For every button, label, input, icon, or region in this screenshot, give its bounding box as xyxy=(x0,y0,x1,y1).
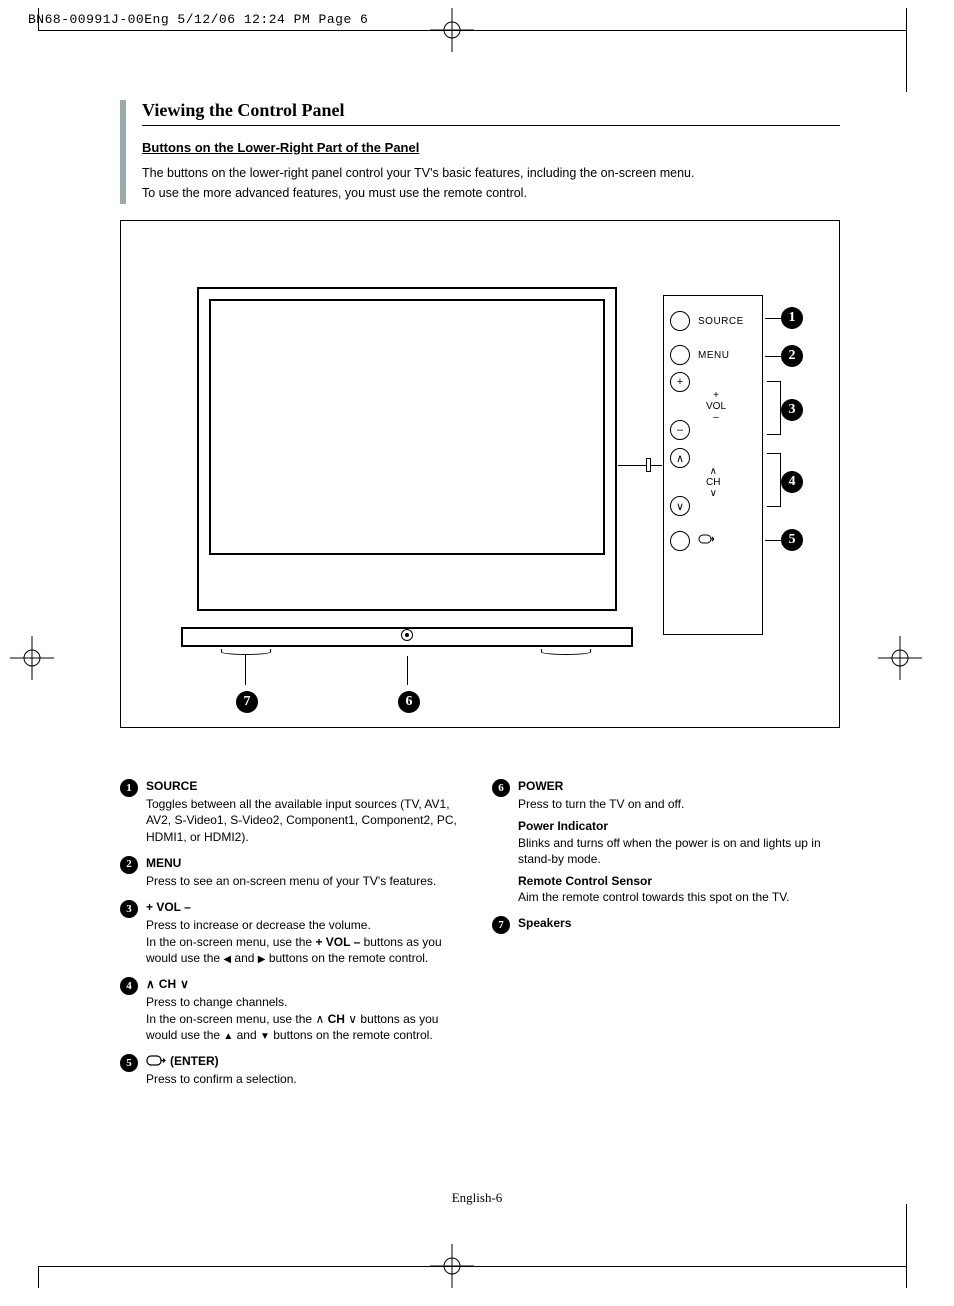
vol-down-button-icon: – xyxy=(670,420,690,440)
item-power: 6 POWER Press to turn the TV on and off.… xyxy=(492,778,840,905)
section-subtitle: Buttons on the Lower-Right Part of the P… xyxy=(142,140,840,155)
menu-button-icon xyxy=(670,345,690,365)
num-badge: 2 xyxy=(120,856,138,874)
left-column: 1 SOURCE Toggles between all the availab… xyxy=(120,778,468,1098)
leader-line xyxy=(407,656,408,685)
bracket xyxy=(767,453,781,507)
down-triangle-icon: ▼ xyxy=(260,1030,270,1044)
item-menu: 2 MENU Press to see an on-screen menu of… xyxy=(120,855,468,889)
ch-up-button-icon: ∧ xyxy=(670,448,690,468)
callout-2: 2 xyxy=(781,345,803,367)
item-title: Speakers xyxy=(518,915,840,931)
page-title: Viewing the Control Panel xyxy=(142,100,840,126)
item-ch: 4 ∧ CH ∨ Press to change channels. In th… xyxy=(120,976,468,1043)
chevron-down-icon: ∨ xyxy=(180,976,189,992)
callout-4: 4 xyxy=(781,471,803,493)
menu-label: MENU xyxy=(698,350,729,361)
vol-up-button-icon: + xyxy=(670,372,690,392)
item-body-line2: In the on-screen menu, use the + VOL – b… xyxy=(146,934,468,967)
item-title: + VOL – xyxy=(146,899,468,915)
num-badge: 3 xyxy=(120,900,138,918)
item-enter: 5 (ENTER) Press to confirm a selection. xyxy=(120,1053,468,1087)
tv-diagram: SOURCE MENU + – +VOL– ∧ ∨ ∧CH∨ xyxy=(120,220,840,728)
registration-mark-icon xyxy=(430,8,474,52)
left-triangle-icon: ◀ xyxy=(223,953,231,967)
leader-line xyxy=(765,318,781,319)
item-body: Press to confirm a selection. xyxy=(146,1071,468,1087)
page-content: Viewing the Control Panel Buttons on the… xyxy=(120,100,840,1098)
page-footer: English-6 xyxy=(0,1190,954,1206)
leader-line xyxy=(765,540,781,541)
item-body-line1: Press to increase or decrease the volume… xyxy=(146,917,468,933)
item-title: SOURCE xyxy=(146,778,468,794)
item-sub-body: Aim the remote control towards this spot… xyxy=(518,889,840,905)
speaker-right-icon xyxy=(541,649,591,655)
crop-mark xyxy=(906,8,907,92)
tv-screen xyxy=(209,299,605,555)
leader-line xyxy=(765,356,781,357)
control-panel: SOURCE MENU + – +VOL– ∧ ∨ ∧CH∨ xyxy=(663,295,763,635)
item-body-line1: Press to change channels. xyxy=(146,994,468,1010)
item-body-line2: In the on-screen menu, use the ∧ CH ∨ bu… xyxy=(146,1011,468,1044)
item-source: 1 SOURCE Toggles between all the availab… xyxy=(120,778,468,845)
callout-7: 7 xyxy=(236,691,258,713)
chevron-up-icon: ∧ xyxy=(315,1012,324,1026)
leader-line xyxy=(618,465,662,466)
enter-icon xyxy=(698,534,714,549)
crop-mark xyxy=(906,1204,907,1288)
chevron-down-icon: ∨ xyxy=(348,1012,357,1026)
item-subtitle: Power Indicator xyxy=(518,818,840,834)
registration-mark-icon xyxy=(10,636,54,680)
item-title: POWER xyxy=(518,778,840,794)
crop-mark xyxy=(38,8,39,30)
item-title: ∧ CH ∨ xyxy=(146,976,468,992)
num-badge: 6 xyxy=(492,779,510,797)
ch-label: CH xyxy=(706,477,720,488)
callout-5: 5 xyxy=(781,529,803,551)
chevron-up-icon: ∧ xyxy=(146,976,155,992)
enter-icon xyxy=(146,1055,166,1067)
item-title: (ENTER) xyxy=(146,1053,468,1069)
num-badge: 5 xyxy=(120,1054,138,1072)
num-badge: 7 xyxy=(492,916,510,934)
registration-mark-icon xyxy=(430,1244,474,1288)
crop-mark xyxy=(38,1266,39,1288)
source-button-icon xyxy=(670,311,690,331)
item-body: Press to see an on-screen menu of your T… xyxy=(146,873,468,889)
right-triangle-icon: ▶ xyxy=(258,953,266,967)
leader-line xyxy=(245,655,246,685)
num-badge: 4 xyxy=(120,977,138,995)
title-accent-bar xyxy=(120,100,126,204)
num-badge: 1 xyxy=(120,779,138,797)
callout-3: 3 xyxy=(781,399,803,421)
item-subtitle: Remote Control Sensor xyxy=(518,873,840,889)
power-led-icon xyxy=(405,633,409,637)
connector-icon xyxy=(646,458,651,472)
item-body: Toggles between all the available input … xyxy=(146,796,468,845)
callout-6: 6 xyxy=(398,691,420,713)
intro-text: The buttons on the lower-right panel con… xyxy=(142,165,840,202)
description-columns: 1 SOURCE Toggles between all the availab… xyxy=(120,778,840,1098)
item-vol: 3 + VOL – Press to increase or decrease … xyxy=(120,899,468,966)
up-triangle-icon: ▲ xyxy=(223,1030,233,1044)
item-body: Press to turn the TV on and off. xyxy=(518,796,840,812)
bracket xyxy=(767,381,781,435)
right-column: 6 POWER Press to turn the TV on and off.… xyxy=(492,778,840,1098)
source-label: SOURCE xyxy=(698,316,744,327)
enter-button-icon xyxy=(670,531,690,551)
registration-mark-icon xyxy=(878,636,922,680)
vol-label: VOL xyxy=(706,401,726,412)
ch-down-button-icon: ∨ xyxy=(670,496,690,516)
print-header: BN68-00991J-00Eng 5/12/06 12:24 PM Page … xyxy=(28,12,368,27)
callout-1: 1 xyxy=(781,307,803,329)
item-title: MENU xyxy=(146,855,468,871)
item-sub-body: Blinks and turns off when the power is o… xyxy=(518,835,840,867)
item-speakers: 7 Speakers xyxy=(492,915,840,934)
speaker-left-icon xyxy=(221,649,271,655)
